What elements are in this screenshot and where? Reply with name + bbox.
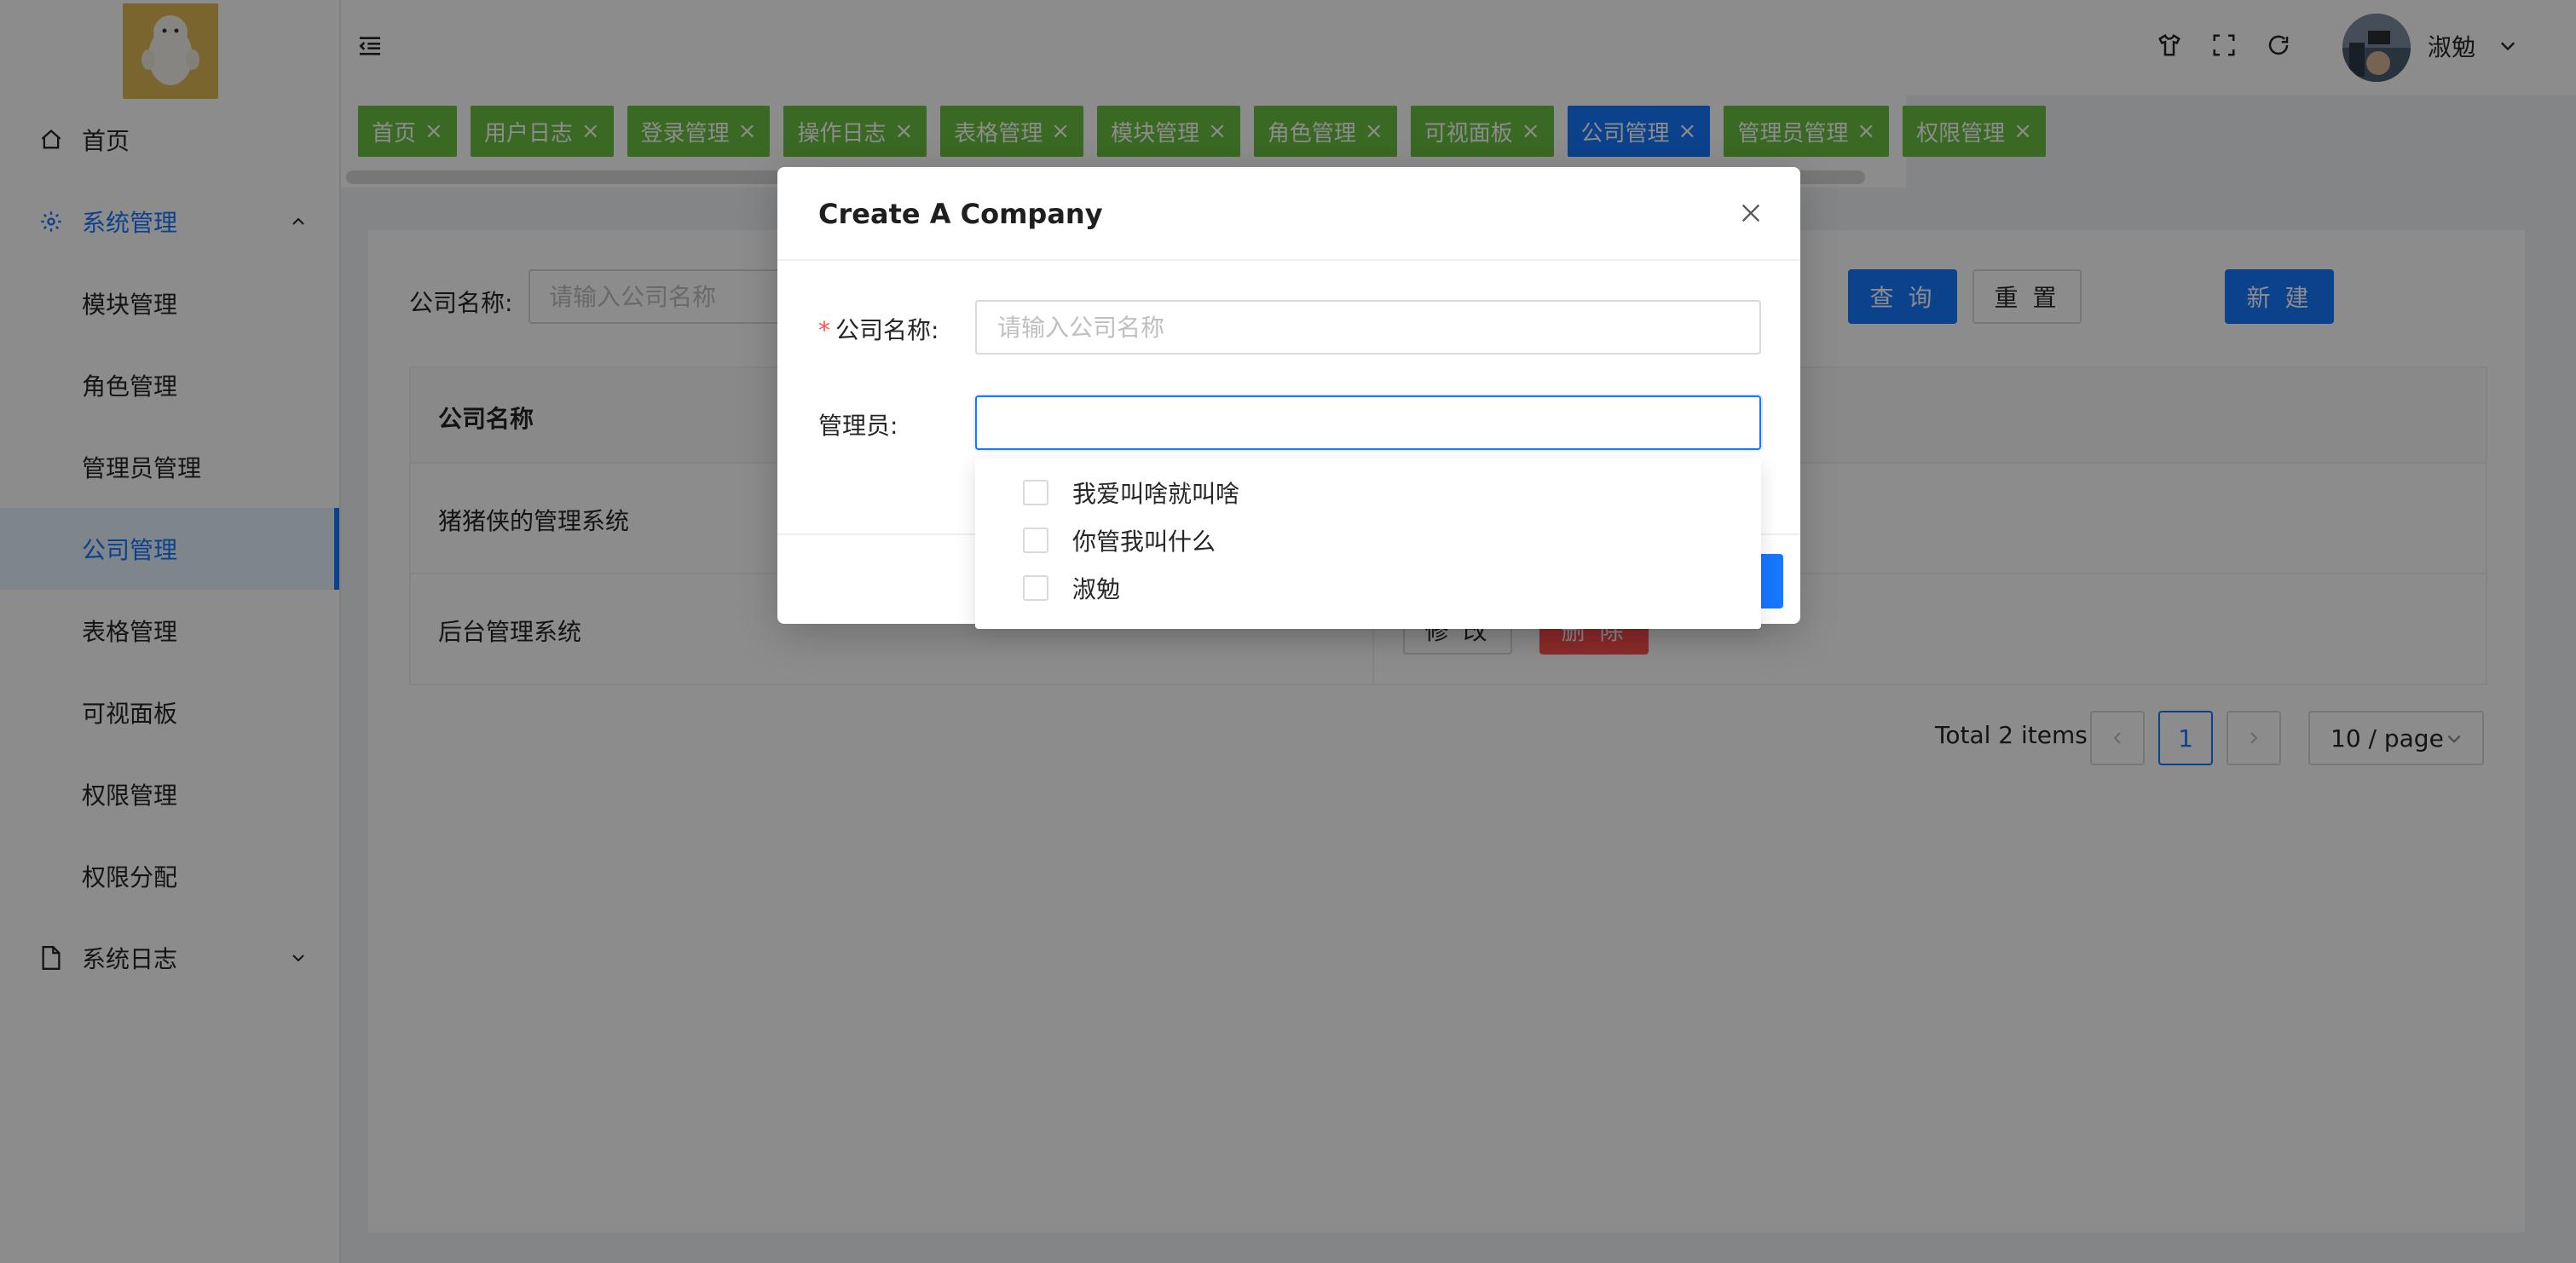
- checkbox[interactable]: [1023, 480, 1048, 505]
- modal-header: Create A Company: [777, 167, 1800, 261]
- company-name-label-text: 公司名称:: [835, 316, 939, 344]
- company-name-label: * 公司名称:: [818, 312, 939, 346]
- admin-select-input[interactable]: [975, 395, 1761, 450]
- required-mark: *: [818, 316, 830, 344]
- company-name-input[interactable]: [975, 300, 1761, 355]
- admin-option[interactable]: 我爱叫啥就叫啥: [1023, 469, 1239, 516]
- checkbox[interactable]: [1023, 528, 1048, 553]
- admin-option-label: 我爱叫啥就叫啥: [1072, 480, 1240, 508]
- admin-option-label: 淑勉: [1072, 575, 1121, 603]
- admin-option[interactable]: 淑勉: [1023, 564, 1120, 612]
- admin-option[interactable]: 你管我叫什么: [1023, 516, 1216, 564]
- close-icon[interactable]: [1737, 199, 1765, 227]
- admin-options-dropdown: 我爱叫啥就叫啥 你管我叫什么 淑勉: [975, 458, 1761, 629]
- checkbox[interactable]: [1023, 575, 1048, 601]
- modal-title: Create A Company: [818, 198, 1103, 230]
- admin-option-label: 你管我叫什么: [1072, 528, 1216, 556]
- admin-label: 管理员:: [818, 412, 898, 440]
